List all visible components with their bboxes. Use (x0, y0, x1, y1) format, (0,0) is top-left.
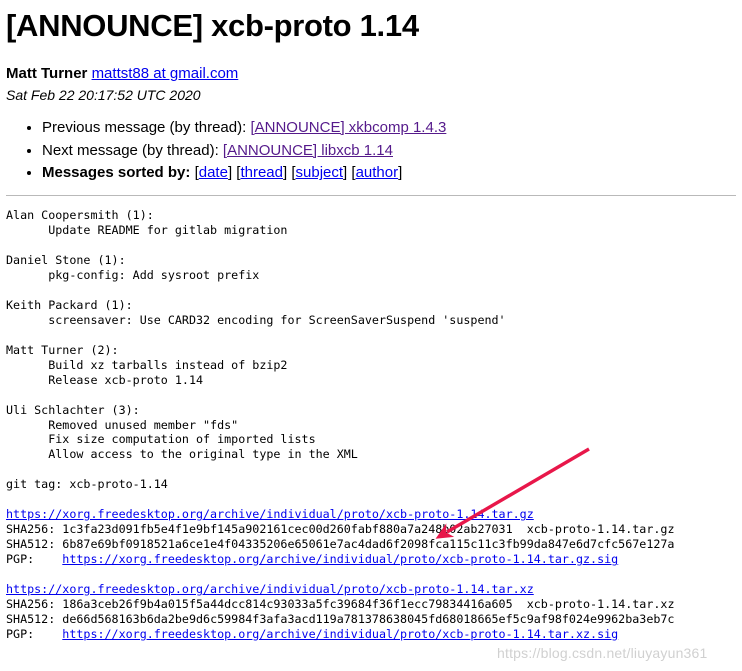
bracket-close-date: ] (227, 164, 233, 182)
gz-sha512-value: 6b87e69bf0918521a6ce1e4f04335206e65061e7… (62, 537, 675, 552)
nav-previous-label: Previous message (by thread): (42, 118, 251, 136)
xz-pgp-link[interactable]: https://xorg.freedesktop.org/archive/ind… (62, 627, 618, 641)
xz-sha512-value: de66d568163b6da2be9d6c59984f3afa3acd119a… (62, 611, 675, 626)
author-name: Matt Turner (6, 64, 88, 82)
xz-sha512-label: SHA512: (6, 611, 63, 626)
nav-previous-message: Previous message (by thread): [ANNOUNCE]… (42, 117, 736, 140)
xz-sha256-label: SHA256: (6, 596, 63, 611)
nav-sorted-by: Messages sorted by: [date] [thread] [sub… (42, 162, 736, 185)
sort-link-author[interactable]: author (356, 164, 399, 181)
nav-next-label: Next message (by thread): (42, 141, 223, 159)
message-date: Sat Feb 22 20:17:52 UTC 2020 (6, 86, 201, 103)
sort-link-date[interactable]: date (199, 164, 228, 181)
content-divider (6, 195, 736, 197)
gz-sha256-label: SHA256: (6, 522, 63, 537)
gz-pgp-label: PGP: (6, 552, 63, 567)
watermark-text: https://blog.csdn.net/liuyayun361 (497, 645, 708, 661)
bracket-close-author: ] (398, 164, 403, 182)
gz-sha256-filename: xcb-proto-1.14.tar.gz (512, 522, 675, 537)
xz-sha256-filename: xcb-proto-1.14.tar.xz (512, 596, 675, 611)
nav-sorted-label: Messages sorted by: (42, 164, 191, 182)
message-page: [ANNOUNCE] xcb-proto 1.14 Matt Turner ma… (0, 0, 742, 642)
message-body: Alan Coopersmith (1): Update README for … (6, 208, 736, 642)
sort-link-thread[interactable]: thread (240, 164, 283, 181)
nav-previous-link[interactable]: [ANNOUNCE] xkbcomp 1.4.3 (250, 119, 446, 136)
xz-sha256-value: 186a3ceb26f9b4a015f5a44dcc814c93033a5fc3… (62, 596, 513, 611)
tarball-xz-link[interactable]: https://xorg.freedesktop.org/archive/ind… (6, 582, 534, 596)
xz-pgp-label: PGP: (6, 626, 63, 641)
nav-next-link[interactable]: [ANNOUNCE] libxcb 1.14 (223, 142, 393, 159)
nav-next-message: Next message (by thread): [ANNOUNCE] lib… (42, 140, 736, 163)
bracket-close-thread: ] (283, 164, 288, 182)
bracket-close-subject: ] (343, 164, 348, 182)
author-line: Matt Turner mattst88 at gmail.com (6, 64, 736, 84)
shortlog-text: Alan Coopersmith (1): Update README for … (6, 208, 506, 492)
gz-sha256-value: 1c3fa23d091fb5e4f1e9bf145a902161cec00d26… (62, 522, 513, 537)
message-nav-list: Previous message (by thread): [ANNOUNCE]… (6, 117, 736, 185)
tarball-gz-link[interactable]: https://xorg.freedesktop.org/archive/ind… (6, 507, 534, 521)
gz-pgp-link[interactable]: https://xorg.freedesktop.org/archive/ind… (62, 552, 618, 566)
sort-link-subject[interactable]: subject (296, 164, 344, 181)
gz-sha512-label: SHA512: (6, 537, 63, 552)
author-email-link[interactable]: mattst88 at gmail.com (92, 65, 239, 82)
page-title: [ANNOUNCE] xcb-proto 1.14 (6, 8, 419, 43)
